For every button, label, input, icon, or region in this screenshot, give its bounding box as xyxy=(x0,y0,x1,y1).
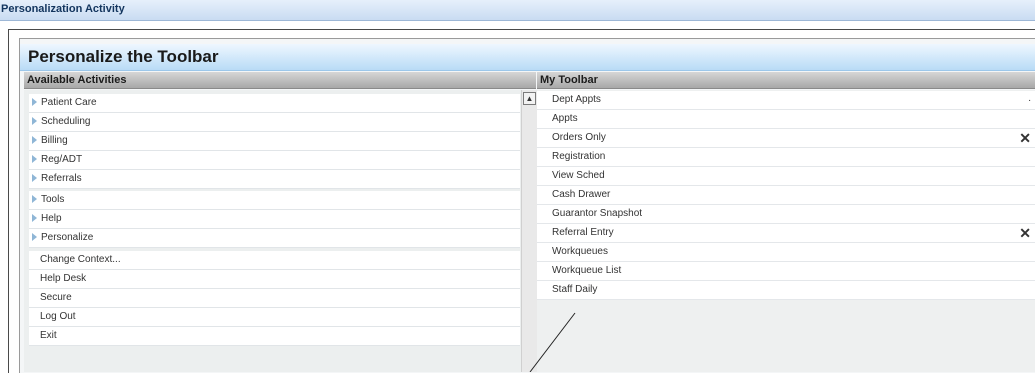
annotation-pointer-line xyxy=(529,312,576,372)
pointer-line xyxy=(529,312,576,372)
